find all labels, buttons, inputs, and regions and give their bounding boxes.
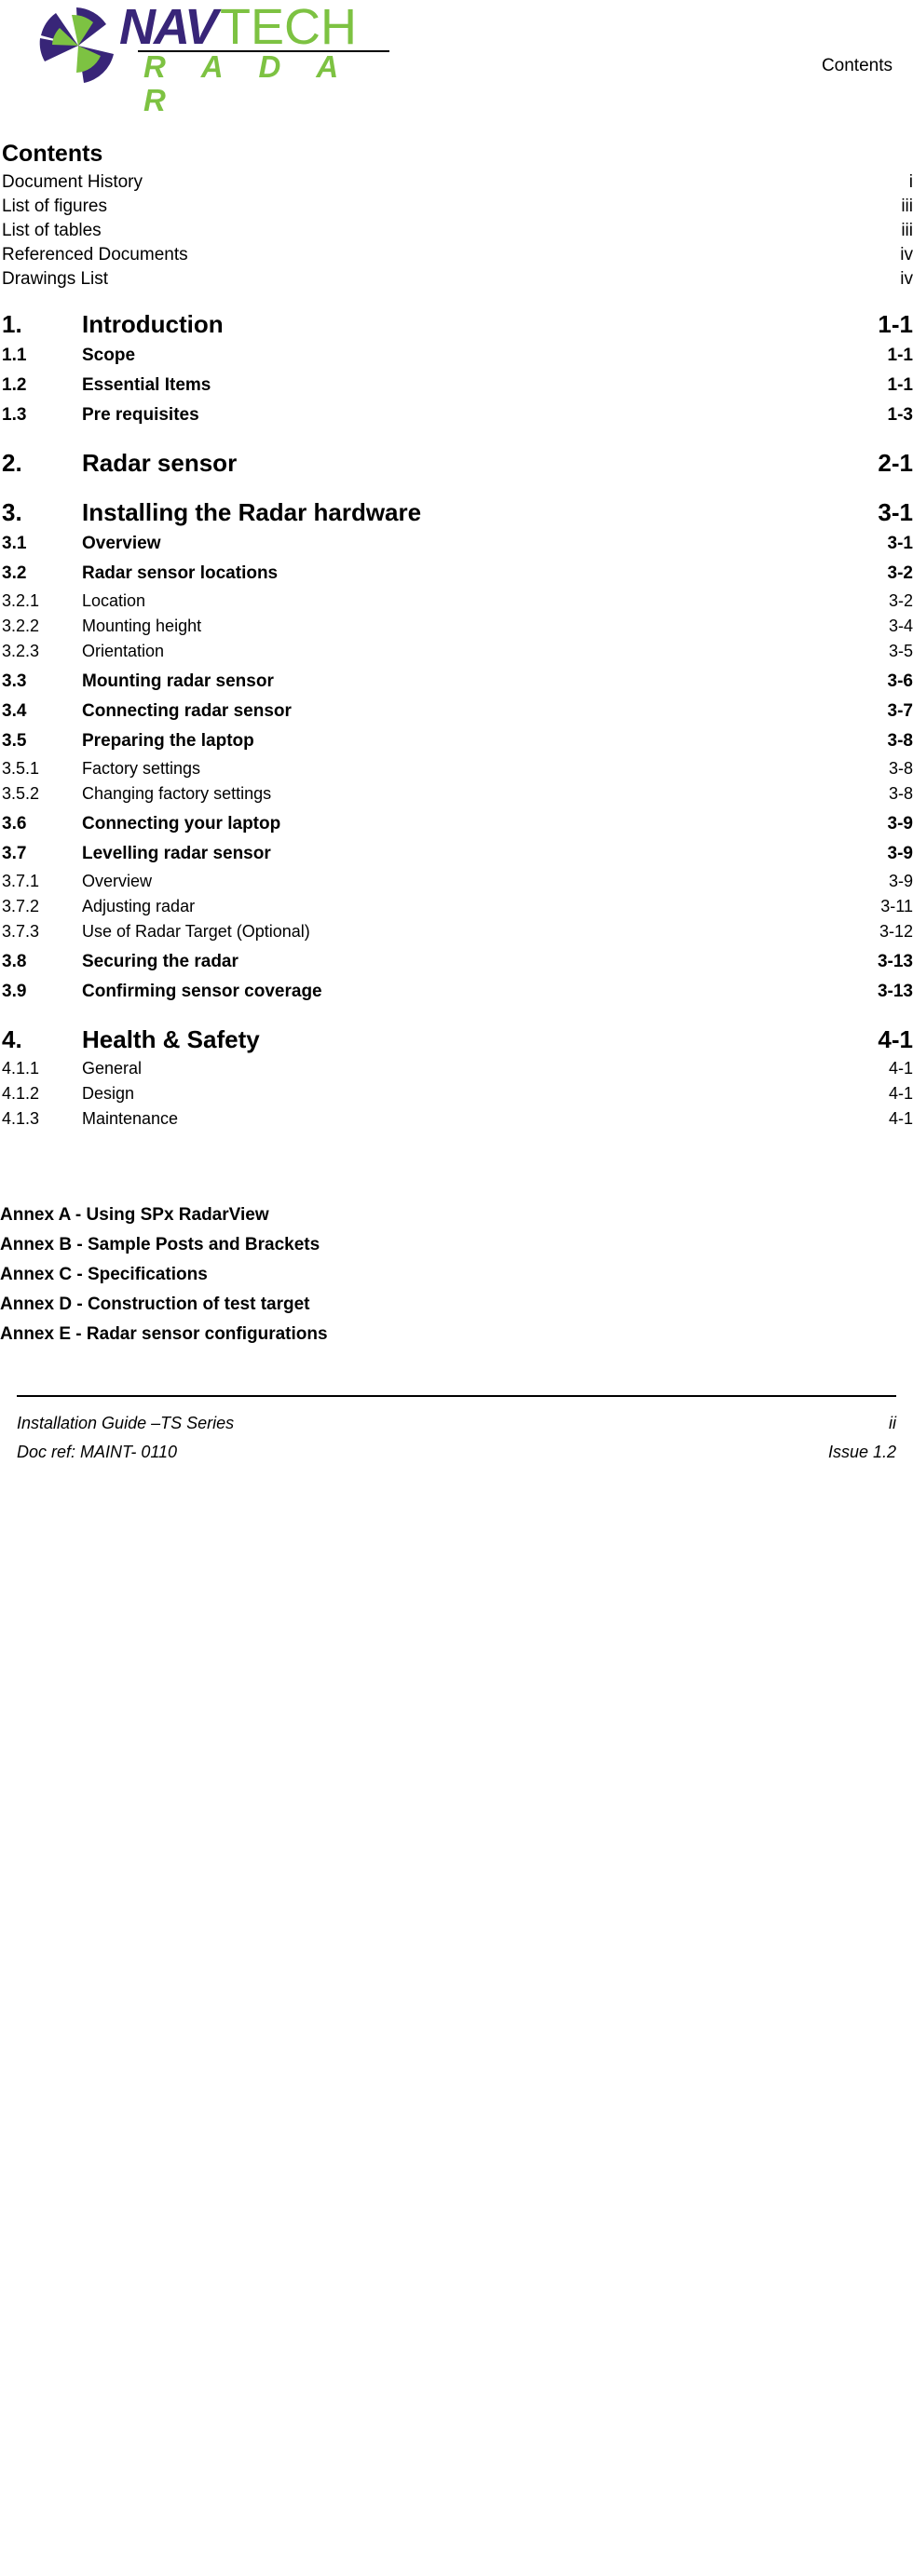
toc-entry-title: Annex E - Radar sensor configurations bbox=[0, 1324, 328, 1344]
toc-row-3-6[interactable]: 3.6 Connecting your laptop 3-9 bbox=[0, 809, 913, 839]
toc-row-4-1-3[interactable]: 4.1.3 Maintenance 4-1 bbox=[0, 1106, 913, 1132]
contents-heading: Contents bbox=[2, 141, 103, 167]
header-running-title: Contents bbox=[821, 56, 893, 75]
footer-page-number: ii bbox=[889, 1414, 896, 1432]
logo-text-tech: TECH bbox=[220, 0, 357, 55]
table-of-contents: Contents Document History i List of figu… bbox=[0, 140, 913, 1349]
toc-row-3-4[interactable]: 3.4 Connecting radar sensor 3-7 bbox=[0, 697, 913, 726]
footer-doc-ref: Doc ref: MAINT- 0110 bbox=[17, 1443, 178, 1461]
page-header: NAV TECH R A D A R Contents bbox=[0, 0, 913, 117]
toc-row-chapter-4[interactable]: 4. Health & Safety 4-1 bbox=[0, 1023, 913, 1056]
toc-row-3-2-3[interactable]: 3.2.3 Orientation 3-5 bbox=[0, 639, 913, 664]
toc-row-chapter-1[interactable]: 1. Introduction 1-1 bbox=[0, 307, 913, 341]
toc-row-3-5-2[interactable]: 3.5.2 Changing factory settings 3-8 bbox=[0, 781, 913, 807]
toc-row-annex-d[interactable]: Annex D - Construction of test target bbox=[0, 1290, 913, 1320]
toc-front-row[interactable]: List of tables iii bbox=[0, 219, 913, 243]
toc-front-row[interactable]: Drawings List iv bbox=[0, 267, 913, 291]
toc-row-annex-b[interactable]: Annex B - Sample Posts and Brackets bbox=[0, 1230, 913, 1260]
page-footer: Installation Guide –TS Series ii Doc ref… bbox=[0, 1386, 913, 1470]
toc-row-3-7-3[interactable]: 3.7.3 Use of Radar Target (Optional) 3-1… bbox=[0, 919, 913, 944]
toc-front-row[interactable]: Document History i bbox=[0, 170, 913, 195]
toc-row-3-2-1[interactable]: 3.2.1 Location 3-2 bbox=[0, 589, 913, 614]
logo-wordmark: NAV TECH R A D A R bbox=[119, 2, 389, 117]
toc-entry-title: Annex B - Sample Posts and Brackets bbox=[0, 1235, 320, 1254]
toc-row-4-1-1[interactable]: 4.1.1 General 4-1 bbox=[0, 1056, 913, 1081]
toc-row-1-3[interactable]: 1.3 Pre requisites 1-3 bbox=[0, 400, 913, 430]
toc-row-3-5[interactable]: 3.5 Preparing the laptop 3-8 bbox=[0, 726, 913, 756]
toc-row-annex-e[interactable]: Annex E - Radar sensor configurations bbox=[0, 1320, 913, 1349]
toc-row-annex-c[interactable]: Annex C - Specifications bbox=[0, 1260, 913, 1290]
navtech-radar-logo: NAV TECH R A D A R bbox=[35, 2, 389, 117]
toc-row-1-1[interactable]: 1.1 Scope 1-1 bbox=[0, 341, 913, 371]
footer-line-bottom: Doc ref: MAINT- 0110 Issue 1.2 bbox=[0, 1440, 913, 1464]
toc-row-3-2[interactable]: 3.2 Radar sensor locations 3-2 bbox=[0, 559, 913, 589]
toc-row-1-2[interactable]: 1.2 Essential Items 1-1 bbox=[0, 371, 913, 400]
toc-row-chapter-2[interactable]: 2. Radar sensor 2-1 bbox=[0, 446, 913, 480]
toc-row-3-7-1[interactable]: 3.7.1 Overview 3-9 bbox=[0, 869, 913, 894]
toc-entry-title: Annex D - Construction of test target bbox=[0, 1295, 310, 1314]
toc-row-3-1[interactable]: 3.1 Overview 3-1 bbox=[0, 529, 913, 559]
footer-issue: Issue 1.2 bbox=[827, 1443, 896, 1461]
document-page: NAV TECH R A D A R Contents Contents Doc… bbox=[0, 0, 913, 1470]
footer-divider-rule bbox=[17, 1395, 896, 1397]
toc-entry-title: Annex A - Using SPx RadarView bbox=[0, 1205, 269, 1225]
toc-row-3-3[interactable]: 3.3 Mounting radar sensor 3-6 bbox=[0, 667, 913, 697]
footer-doc-title: Installation Guide –TS Series bbox=[17, 1414, 235, 1432]
toc-row-3-7[interactable]: 3.7 Levelling radar sensor 3-9 bbox=[0, 839, 913, 869]
toc-row-annex-a[interactable]: Annex A - Using SPx RadarView bbox=[0, 1200, 913, 1230]
toc-row-chapter-3[interactable]: 3. Installing the Radar hardware 3-1 bbox=[0, 495, 913, 529]
footer-line-top: Installation Guide –TS Series ii bbox=[0, 1411, 913, 1435]
toc-row-3-2-2[interactable]: 3.2.2 Mounting height 3-4 bbox=[0, 614, 913, 639]
radar-pinwheel-icon bbox=[35, 7, 121, 84]
toc-row-3-9[interactable]: 3.9 Confirming sensor coverage 3-13 bbox=[0, 977, 913, 1007]
toc-front-row[interactable]: List of figures iii bbox=[0, 195, 913, 219]
toc-row-3-5-1[interactable]: 3.5.1 Factory settings 3-8 bbox=[0, 756, 913, 781]
toc-row-3-8[interactable]: 3.8 Securing the radar 3-13 bbox=[0, 947, 913, 977]
toc-row-3-7-2[interactable]: 3.7.2 Adjusting radar 3-11 bbox=[0, 894, 913, 919]
toc-entry-title: Annex C - Specifications bbox=[0, 1265, 208, 1284]
toc-front-row[interactable]: Referenced Documents iv bbox=[0, 243, 913, 267]
logo-text-nav: NAV bbox=[119, 0, 218, 55]
logo-text-radar: R A D A R bbox=[143, 49, 351, 117]
toc-row-4-1-2[interactable]: 4.1.2 Design 4-1 bbox=[0, 1081, 913, 1106]
